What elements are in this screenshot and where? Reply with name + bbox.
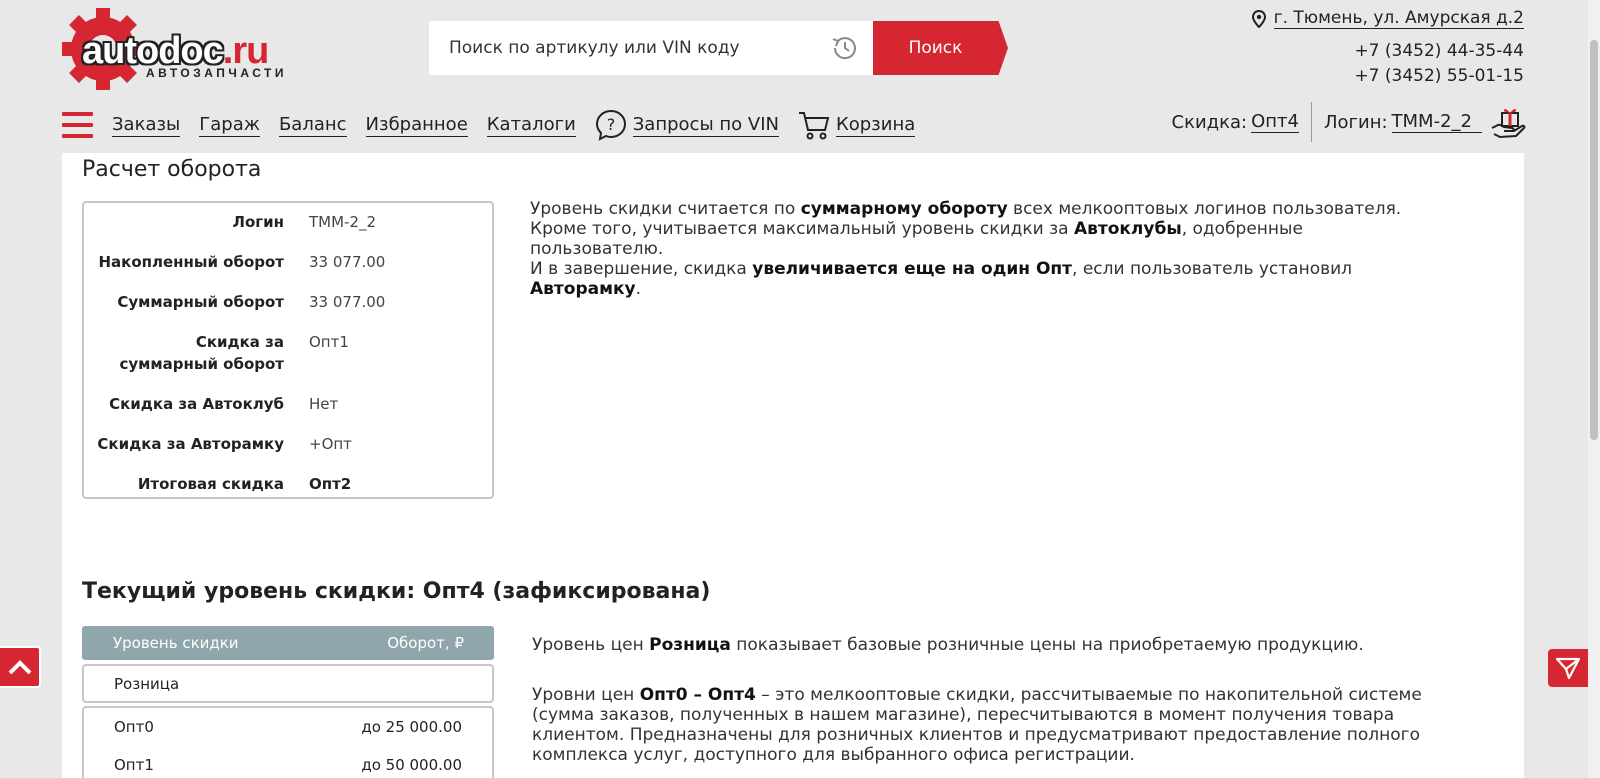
location-pin-icon	[1251, 9, 1266, 28]
main-nav: Заказы Гараж Баланс Избранное Каталоги ?…	[62, 104, 934, 146]
levels-text-2: Уровни цен Опт0 – Опт4 – это мелкооптовы…	[532, 685, 1422, 765]
login-value[interactable]: TMM-2_2	[1391, 111, 1482, 133]
col-turnover: Оборот, ₽	[387, 634, 464, 652]
explain-line: Кроме того, учитывается максимальный уро…	[530, 219, 1303, 259]
store-address[interactable]: г. Тюмень, ул. Амурская д.2	[1251, 8, 1524, 29]
search-box	[429, 21, 874, 75]
turnover-card: Логин TMM-2_2 Накопленный оборот 33 077.…	[82, 201, 494, 499]
level-limit: до 25 000.00	[361, 718, 462, 736]
nav-vin-requests-label[interactable]: Запросы по VIN	[632, 114, 779, 137]
info-value: Опт1	[309, 333, 349, 351]
question-bubble-icon: ?	[595, 109, 626, 141]
cart-icon	[798, 112, 830, 140]
discount-value[interactable]: Опт4	[1251, 111, 1299, 133]
turnover-explanation: Уровень скидки считается по суммарному о…	[530, 199, 1430, 299]
discount-label: Скидка:	[1171, 111, 1248, 133]
autodoc-logo[interactable]: autodoc.ru АВТОЗАПЧАСТИ	[62, 8, 322, 90]
history-icon[interactable]	[830, 33, 860, 63]
info-key: Логин	[232, 213, 284, 231]
info-key: Скидка за суммарный оборот	[119, 333, 284, 373]
menu-burger-icon[interactable]	[62, 112, 93, 138]
info-key: Скидка за Авторамку	[97, 435, 284, 453]
login-label: Логин:	[1323, 111, 1388, 133]
levels-explanation: Уровень цен Розница показывает базовые р…	[532, 635, 1432, 765]
nav-cart-label[interactable]: Корзина	[835, 114, 916, 137]
divider	[1310, 102, 1312, 142]
level-retail-row: Розница	[82, 664, 494, 703]
nav-balance[interactable]: Баланс	[278, 114, 347, 137]
nav-vin-requests[interactable]: ? Запросы по VIN	[595, 109, 779, 141]
phone-1[interactable]: +7 (3452) 44-35-44	[1354, 41, 1524, 61]
info-value: Нет	[309, 395, 339, 413]
current-level-title: Текущий уровень скидки: Опт4 (зафиксиров…	[82, 579, 711, 604]
turnover-title: Расчет оборота	[82, 157, 262, 182]
nav-favorites[interactable]: Избранное	[365, 114, 468, 137]
chevron-up-icon	[8, 660, 31, 675]
levels-list: Опт0 до 25 000.00 Опт1 до 50 000.00	[82, 706, 494, 778]
info-value: 33 077.00	[309, 253, 386, 271]
info-key: Итоговая скидка	[137, 475, 284, 493]
levels-text-1: Уровень цен Розница показывает базовые р…	[532, 635, 1364, 655]
nav-catalogs[interactable]: Каталоги	[486, 114, 576, 137]
info-key: Накопленный оборот	[98, 253, 284, 271]
search-button[interactable]: Поиск	[873, 21, 1008, 75]
logo-subtitle: АВТОЗАПЧАСТИ	[146, 66, 288, 80]
phone-2[interactable]: +7 (3452) 55-01-15	[1354, 66, 1524, 86]
feedback-button[interactable]	[1548, 649, 1588, 687]
levels-table-header: Уровень скидки Оборот, ₽	[82, 626, 494, 660]
level-limit: до 50 000.00	[361, 756, 462, 774]
scroll-to-top-button[interactable]	[0, 646, 41, 688]
info-value: 33 077.00	[309, 293, 386, 311]
level-retail-label: Розница	[114, 674, 180, 693]
paper-plane-icon	[1555, 657, 1581, 680]
info-value: TMM-2_2	[309, 213, 377, 231]
main-content: Расчет оборота Логин TMM-2_2 Накопленный…	[62, 153, 1524, 778]
gift-icon[interactable]	[1490, 104, 1526, 140]
nav-garage[interactable]: Гараж	[199, 114, 260, 137]
address-text: г. Тюмень, ул. Амурская д.2	[1273, 8, 1524, 29]
nav-orders[interactable]: Заказы	[112, 114, 181, 137]
col-level: Уровень скидки	[113, 634, 239, 652]
account-bar: Скидка: Опт4 Логин: TMM-2_2	[1172, 100, 1526, 144]
level-name: Опт1	[114, 756, 154, 774]
level-row: Опт1 до 50 000.00	[84, 756, 492, 774]
info-key: Суммарный оборот	[117, 293, 284, 311]
nav-cart[interactable]: Корзина	[798, 110, 916, 140]
svg-text:?: ?	[607, 115, 616, 134]
info-key: Скидка за Автоклуб	[109, 395, 284, 413]
page-scrollbar[interactable]	[1588, 0, 1600, 778]
level-name: Опт0	[114, 718, 154, 736]
info-value: +Опт	[309, 435, 352, 453]
explain-line: И в завершение, скидка увеличивается еще…	[530, 259, 1353, 299]
level-row: Опт0 до 25 000.00	[84, 718, 492, 736]
search-input[interactable]	[429, 21, 819, 75]
explain-line: Уровень скидки считается по суммарному о…	[530, 199, 1402, 219]
info-value: Опт2	[309, 475, 352, 493]
scrollbar-thumb[interactable]	[1590, 40, 1598, 440]
